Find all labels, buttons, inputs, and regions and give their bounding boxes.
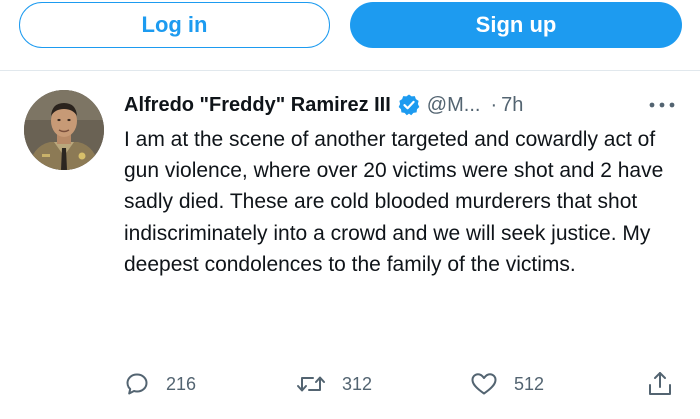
avatar[interactable]: [24, 90, 104, 170]
heart-icon: [470, 371, 498, 397]
more-options-icon[interactable]: [646, 98, 678, 112]
tweet-text: I am at the scene of another targeted an…: [124, 128, 664, 276]
share-icon: [646, 370, 674, 398]
verified-badge-icon: [397, 93, 421, 117]
retweet-button[interactable]: 312: [296, 368, 372, 400]
signup-button-label: Sign up: [475, 12, 557, 37]
like-count: 512: [514, 373, 545, 394]
tweet-header: Alfredo "Freddy" Ramirez III @M... · 7h: [124, 92, 523, 118]
reply-count: 216: [166, 373, 197, 394]
signup-button[interactable]: Sign up: [350, 2, 682, 48]
like-button[interactable]: 512: [470, 368, 544, 400]
retweet-count: 312: [342, 373, 373, 394]
tweet-page: Log in Sign up Alfredo "Freddy" Ramirez …: [0, 0, 700, 419]
retweet-icon: [296, 371, 326, 397]
reply-icon: [124, 371, 150, 397]
reply-button[interactable]: 216: [124, 368, 196, 400]
tweet-timestamp[interactable]: 7h: [501, 94, 523, 117]
separator-dot: ·: [490, 93, 498, 116]
author-name[interactable]: Alfredo "Freddy" Ramirez III: [124, 94, 391, 117]
login-button-label: Log in: [141, 12, 208, 37]
divider: [0, 70, 700, 71]
share-button[interactable]: [646, 368, 674, 400]
avatar-portrait: [24, 90, 104, 170]
author-handle[interactable]: @M...: [427, 94, 481, 117]
login-button[interactable]: Log in: [19, 2, 330, 48]
